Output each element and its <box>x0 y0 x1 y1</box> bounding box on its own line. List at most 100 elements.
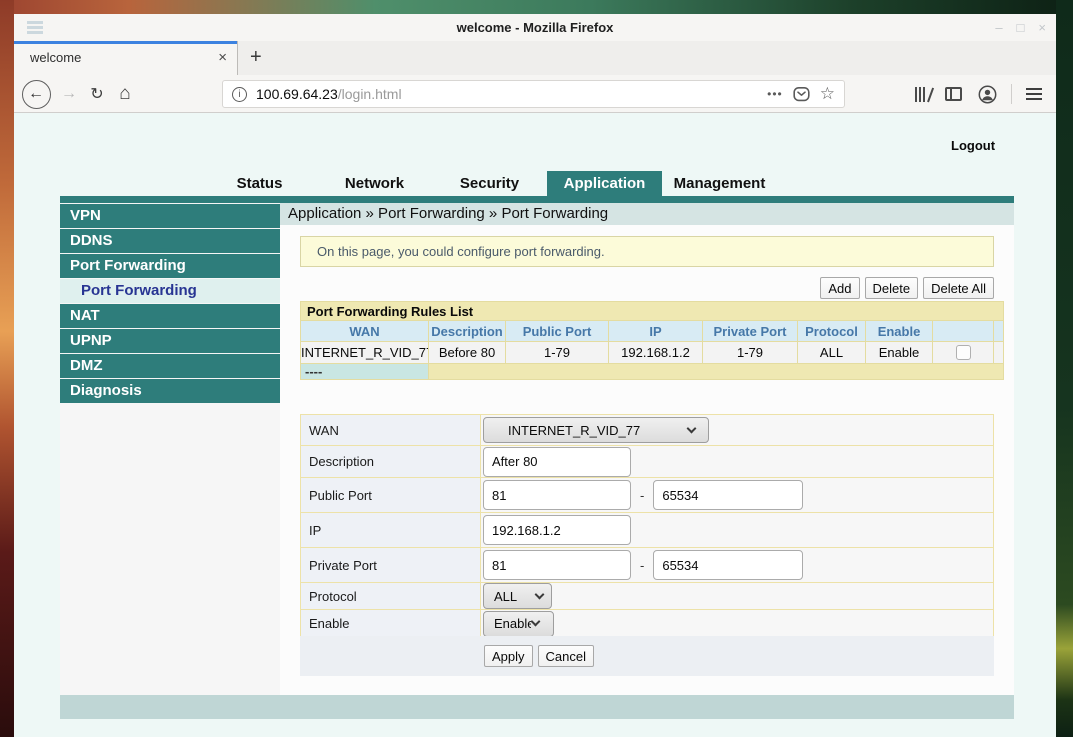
sidebar-item-dmz[interactable]: DMZ <box>60 354 280 378</box>
delete-all-button[interactable]: Delete All <box>923 277 994 299</box>
form-label-wan: WAN <box>301 415 481 445</box>
breadcrumb: Application » Port Forwarding » Port For… <box>280 203 1014 225</box>
placeholder-cell: ---- <box>301 364 428 379</box>
port-forwarding-form: WAN INTERNET_R_VID_77 Description <box>300 414 994 638</box>
minimize-button[interactable]: – <box>995 20 1002 35</box>
sidebar-item-nat[interactable]: NAT <box>60 304 280 328</box>
table-actions: Add Delete Delete All <box>300 277 994 299</box>
ip-input[interactable] <box>483 515 631 545</box>
nav-tab-security[interactable]: Security <box>432 171 547 196</box>
site-info-icon[interactable]: i <box>232 87 247 102</box>
url-path: /login.html <box>338 86 402 102</box>
window-title: welcome - Mozilla Firefox <box>14 14 1056 41</box>
nav-tab-management[interactable]: Management <box>662 171 777 196</box>
back-icon: ← <box>28 85 44 103</box>
form-label-ip: IP <box>301 513 481 547</box>
tab-close-icon[interactable]: × <box>218 41 227 75</box>
description-input[interactable] <box>483 447 631 477</box>
range-separator: - <box>640 488 644 503</box>
new-tab-button[interactable]: + <box>250 41 262 73</box>
home-button[interactable]: ⌂ <box>112 75 138 113</box>
private-port-from-input[interactable] <box>483 550 631 580</box>
enable-select[interactable]: Enable <box>483 611 554 637</box>
forward-button[interactable]: → <box>56 75 82 113</box>
logout-link[interactable]: Logout <box>951 138 995 153</box>
tab-welcome[interactable]: welcome × <box>14 41 238 75</box>
top-navigation: Status Network Security Application Mana… <box>202 171 777 196</box>
enable-select-value: Enable <box>494 616 531 631</box>
nav-tab-status[interactable]: Status <box>202 171 317 196</box>
tab-title: welcome <box>30 41 81 75</box>
pocket-icon[interactable] <box>793 86 810 103</box>
sidebar-menu: VPN DDNS Port Forwarding Port Forwarding… <box>60 204 280 404</box>
apply-button[interactable]: Apply <box>484 645 533 667</box>
cell-protocol: ALL <box>798 342 865 363</box>
col-header-public-port: Public Port <box>506 321 608 341</box>
desktop-wallpaper: welcome - Mozilla Firefox – □ × welcome … <box>0 0 1073 737</box>
navigation-toolbar: ← → ↻ ⌂ i 100.69.64.23 /login.html ••• ☆ <box>14 75 1056 113</box>
sidebar-item-diagnosis[interactable]: Diagnosis <box>60 379 280 403</box>
cancel-button[interactable]: Cancel <box>538 645 594 667</box>
home-icon: ⌂ <box>119 83 130 105</box>
reload-button[interactable]: ↻ <box>84 75 110 113</box>
chevron-down-icon <box>687 423 697 433</box>
form-label-private-port: Private Port <box>301 548 481 582</box>
close-button[interactable]: × <box>1038 20 1046 35</box>
wan-select-value: INTERNET_R_VID_77 <box>508 423 688 438</box>
account-icon[interactable] <box>978 85 997 104</box>
public-port-from-input[interactable] <box>483 480 631 510</box>
nav-underline-bar <box>60 196 1014 203</box>
chevron-down-icon <box>531 617 541 627</box>
cell-enable: Enable <box>866 342 932 363</box>
sidebar-subitem-port-forwarding[interactable]: Port Forwarding <box>60 279 280 303</box>
page-actions-icon[interactable]: ••• <box>767 87 783 101</box>
col-header-spacer <box>994 321 1003 341</box>
sidebar-item-vpn[interactable]: VPN <box>60 204 280 228</box>
protocol-select[interactable]: ALL <box>483 583 552 609</box>
rules-table-title: Port Forwarding Rules List <box>301 302 1003 320</box>
reload-icon: ↻ <box>90 84 103 104</box>
protocol-select-value: ALL <box>494 589 517 604</box>
back-button[interactable]: ← <box>20 75 52 113</box>
form-label-protocol: Protocol <box>301 583 481 609</box>
form-actions: Apply Cancel <box>300 636 994 676</box>
cell-wan: INTERNET_R_VID_77 <box>301 342 428 363</box>
firefox-window: welcome - Mozilla Firefox – □ × welcome … <box>14 14 1056 737</box>
nav-tab-network[interactable]: Network <box>317 171 432 196</box>
form-label-enable: Enable <box>301 610 481 637</box>
table-row: INTERNET_R_VID_77 Before 80 1-79 192.168… <box>301 342 1003 363</box>
url-bar[interactable]: i 100.69.64.23 /login.html ••• ☆ <box>222 80 845 108</box>
delete-button[interactable]: Delete <box>865 277 919 299</box>
public-port-to-input[interactable] <box>653 480 803 510</box>
sidebar-toggle-icon[interactable] <box>945 87 962 101</box>
cell-public-port: 1-79 <box>506 342 608 363</box>
cell-ip: 192.168.1.2 <box>609 342 702 363</box>
private-port-to-input[interactable] <box>653 550 803 580</box>
sidebar-item-ddns[interactable]: DDNS <box>60 229 280 253</box>
table-placeholder-row: ---- <box>301 364 1003 379</box>
range-separator: - <box>640 558 644 573</box>
port-forwarding-rules-table: Port Forwarding Rules List WAN Descripti… <box>300 301 1004 380</box>
nav-tab-application[interactable]: Application <box>547 171 662 196</box>
rule-select-checkbox[interactable] <box>956 345 971 360</box>
page-footer-bar <box>60 695 1014 719</box>
library-icon[interactable] <box>915 87 929 102</box>
wan-select[interactable]: INTERNET_R_VID_77 <box>483 417 709 443</box>
col-header-description: Description <box>429 321 505 341</box>
url-host: 100.69.64.23 <box>256 86 338 102</box>
maximize-button[interactable]: □ <box>1017 20 1025 35</box>
forward-icon: → <box>61 85 77 103</box>
form-label-description: Description <box>301 446 481 477</box>
sidebar-item-upnp[interactable]: UPNP <box>60 329 280 353</box>
title-bar: welcome - Mozilla Firefox – □ × <box>14 14 1056 41</box>
col-header-protocol: Protocol <box>798 321 865 341</box>
sidebar-item-port-forwarding[interactable]: Port Forwarding <box>60 254 280 278</box>
col-header-ip: IP <box>609 321 702 341</box>
wallpaper-left-strip <box>0 0 14 737</box>
cell-private-port: 1-79 <box>703 342 797 363</box>
add-button[interactable]: Add <box>820 277 859 299</box>
col-header-enable: Enable <box>866 321 932 341</box>
app-menu-icon[interactable] <box>1026 88 1042 100</box>
bookmark-star-icon[interactable]: ☆ <box>820 84 835 104</box>
cell-description: Before 80 <box>429 342 505 363</box>
